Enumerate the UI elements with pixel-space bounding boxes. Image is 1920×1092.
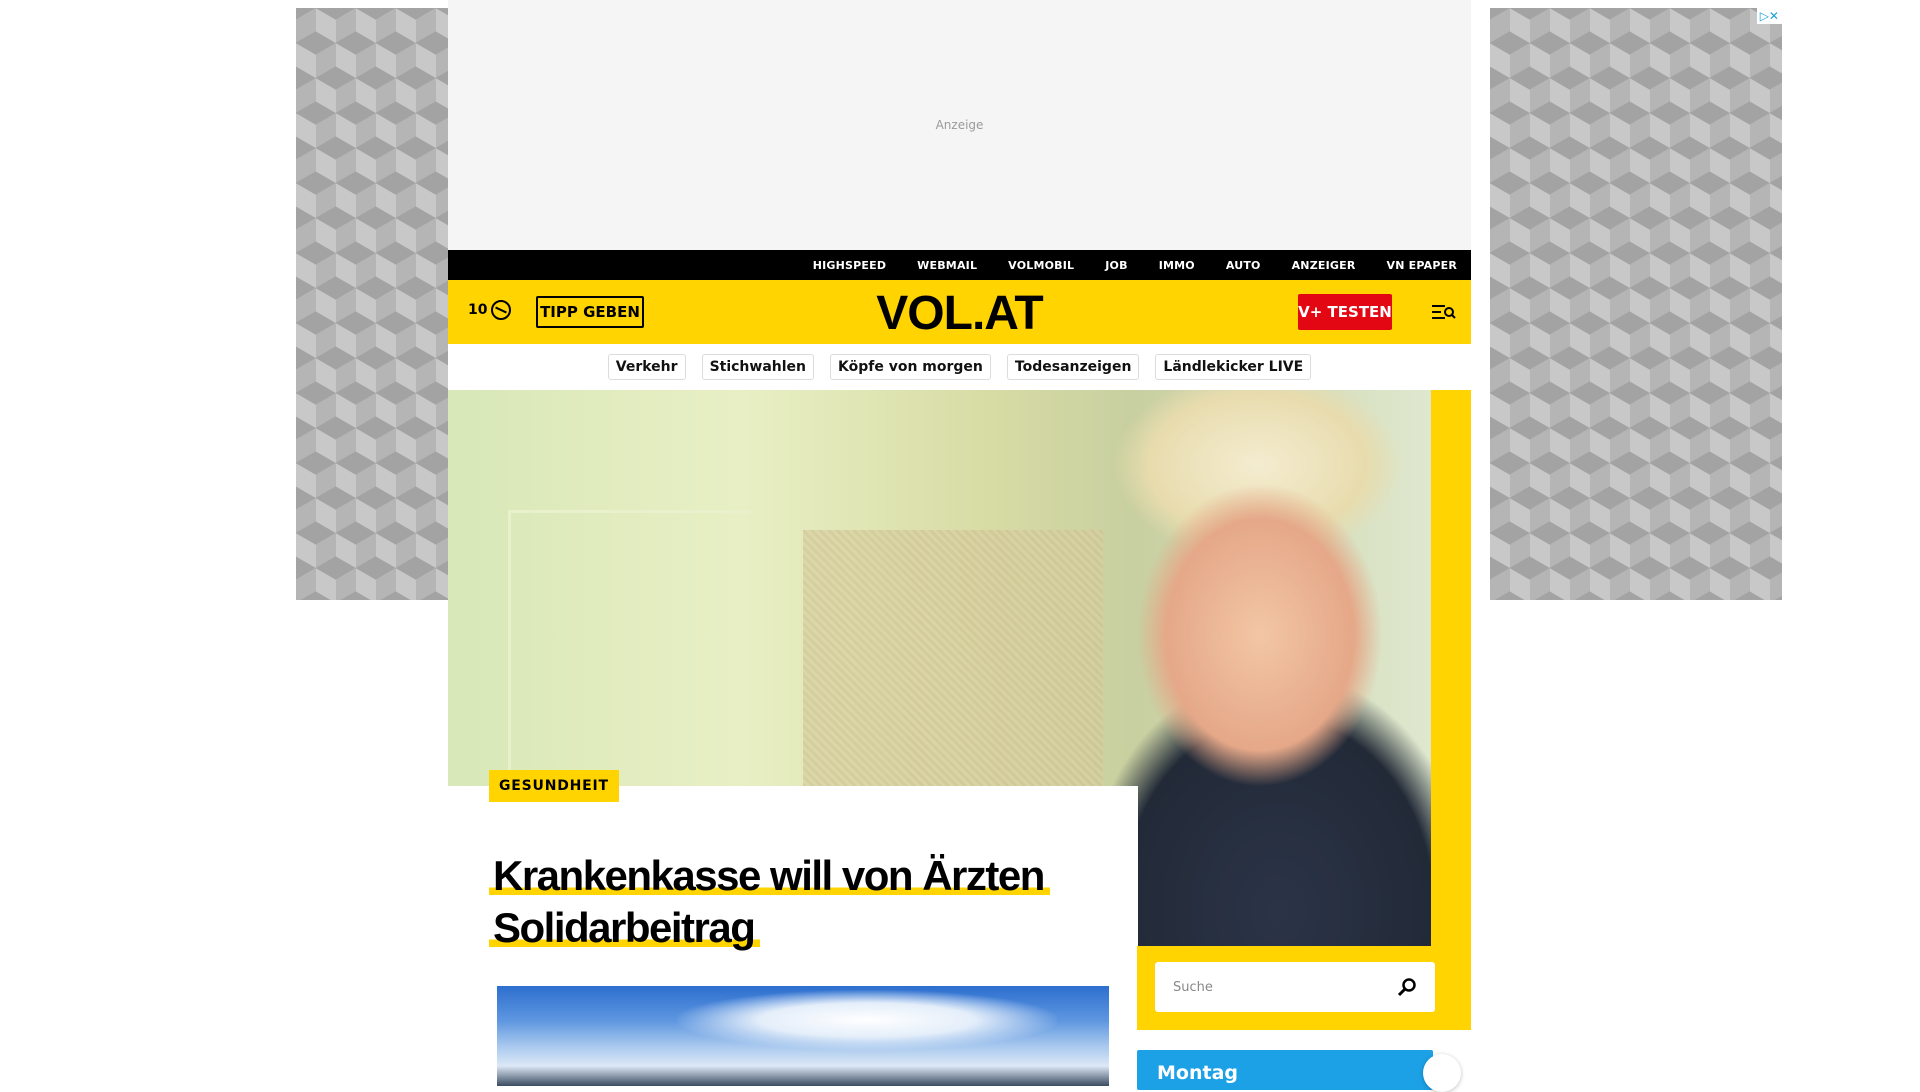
tag-verkehr[interactable]: Verkehr — [607, 354, 686, 380]
day-card[interactable]: Montag — [1137, 1050, 1461, 1092]
side-ad-left[interactable] — [296, 8, 448, 600]
vplus-testen-button[interactable]: V+ TESTEN — [1298, 294, 1392, 330]
topic-tags: Verkehr Stichwahlen Köpfe von morgen Tod… — [448, 344, 1471, 390]
category-badge[interactable]: GESUNDHEIT — [489, 770, 619, 802]
tag-todesanzeigen[interactable]: Todesanzeigen — [1006, 354, 1140, 380]
carousel-next-button[interactable] — [1423, 1054, 1461, 1092]
tag-stichwahlen[interactable]: Stichwahlen — [701, 354, 815, 380]
tag-laendlekicker-live[interactable]: Ländlekicker LIVE — [1155, 354, 1312, 380]
ad-choices-icon[interactable]: ▷✕ — [1756, 8, 1782, 24]
top-ad-slot[interactable]: Anzeige — [448, 0, 1471, 250]
main-column: Anzeige HIGHSPEED WEBMAIL VOLMOBIL JOB I… — [448, 0, 1471, 1092]
day-label: Montag — [1157, 1062, 1238, 1084]
service-link-anzeiger[interactable]: ANZEIGER — [1292, 259, 1356, 272]
search-placeholder: Suche — [1173, 979, 1213, 995]
search-input[interactable]: Suche — [1155, 962, 1435, 1012]
hero-accent-bar — [1431, 390, 1471, 1030]
service-link-highspeed[interactable]: HIGHSPEED — [813, 259, 886, 272]
article-headline[interactable]: Krankenkasse will von Ärzten Solidarbeit… — [489, 850, 1109, 954]
service-link-volmobil[interactable]: VOLMOBIL — [1008, 259, 1074, 272]
service-nav: HIGHSPEED WEBMAIL VOLMOBIL JOB IMMO AUTO… — [448, 250, 1471, 280]
service-link-job[interactable]: JOB — [1105, 259, 1127, 272]
tag-koepfe-von-morgen[interactable]: Köpfe von morgen — [830, 354, 991, 380]
image-cloud-detail — [677, 990, 1057, 1050]
service-link-auto[interactable]: AUTO — [1226, 259, 1261, 272]
search-icon[interactable] — [1397, 977, 1417, 997]
hero-article[interactable]: GESUNDHEIT Krankenkasse will von Ärzten … — [448, 390, 1471, 1092]
secondary-article-image[interactable] — [497, 986, 1109, 1086]
service-link-webmail[interactable]: WEBMAIL — [917, 259, 977, 272]
ad-label: Anzeige — [935, 118, 984, 132]
service-link-immo[interactable]: IMMO — [1159, 259, 1195, 272]
service-link-vn-epaper[interactable]: VN EPAPER — [1387, 259, 1457, 272]
search-panel: Suche — [1137, 946, 1471, 1030]
menu-search-icon[interactable] — [1432, 302, 1456, 322]
headline-text[interactable]: Krankenkasse will von Ärzten Solidarbeit… — [489, 852, 1050, 952]
side-ad-right[interactable]: ▷✕ — [1490, 8, 1782, 600]
brand-header: 10 TIPP GEBEN VOL.AT V+ TESTEN — [448, 280, 1471, 344]
